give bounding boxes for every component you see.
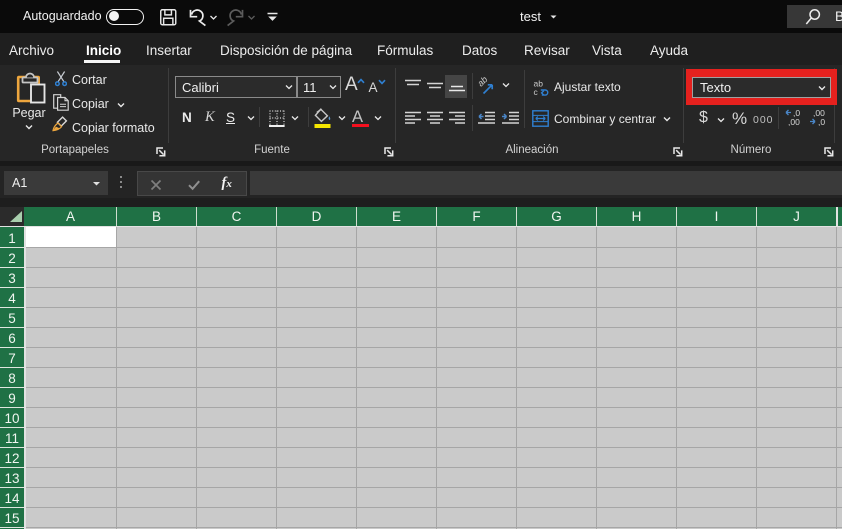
svg-text:,0: ,0 xyxy=(818,117,825,127)
svg-text:,00: ,00 xyxy=(788,117,800,127)
svg-text:ab: ab xyxy=(478,76,489,88)
